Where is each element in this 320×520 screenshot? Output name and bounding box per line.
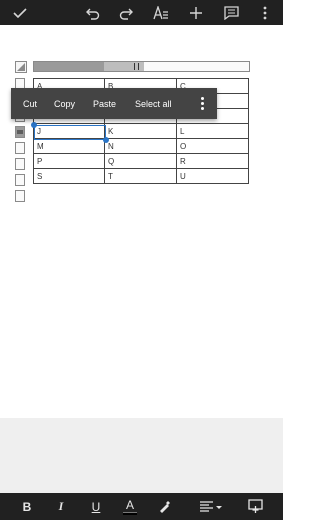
row-header-selected[interactable]: [15, 126, 25, 138]
text-color-button[interactable]: A: [119, 493, 141, 520]
bold-button[interactable]: B: [16, 493, 38, 520]
cell-selection-box: [34, 125, 106, 140]
table-cell[interactable]: S: [33, 168, 105, 184]
comment-icon[interactable]: [220, 0, 242, 25]
table-cell[interactable]: K: [104, 123, 177, 139]
text-format-icon[interactable]: [150, 0, 172, 25]
table-cell[interactable]: L: [176, 123, 249, 139]
top-toolbar: [0, 0, 283, 25]
selection-start-handle[interactable]: [31, 122, 37, 128]
table-row: S T U: [33, 168, 249, 184]
more-vert-icon[interactable]: [197, 96, 207, 110]
row-header[interactable]: [15, 190, 25, 202]
table-cell[interactable]: Q: [104, 153, 177, 169]
align-icon[interactable]: [198, 493, 224, 520]
context-menu: Cut Copy Paste Select all: [11, 88, 217, 119]
paste-menu-item[interactable]: Paste: [93, 88, 116, 119]
selection-end-handle[interactable]: [103, 137, 109, 143]
column-header-selected: [34, 62, 104, 71]
undo-icon[interactable]: [82, 0, 104, 25]
more-vert-icon[interactable]: [254, 0, 276, 25]
select-all-corner[interactable]: [15, 61, 27, 73]
row-header[interactable]: [15, 142, 25, 154]
add-icon[interactable]: [185, 0, 207, 25]
column-resize-handle[interactable]: [134, 63, 139, 70]
text-color-label: A: [125, 497, 134, 512]
text-color-swatch: [123, 511, 137, 515]
row-header[interactable]: [15, 174, 25, 186]
table-cell[interactable]: P: [33, 153, 105, 169]
select-all-menu-item[interactable]: Select all: [135, 88, 172, 119]
cut-menu-item[interactable]: Cut: [23, 88, 37, 119]
row-header[interactable]: [15, 158, 25, 170]
table-cell[interactable]: N: [104, 138, 177, 154]
keyboard-placeholder-area: [0, 418, 283, 493]
copy-menu-item[interactable]: Copy: [54, 88, 75, 119]
table-cell[interactable]: O: [176, 138, 249, 154]
redo-icon[interactable]: [115, 0, 137, 25]
table-row: M N O: [33, 138, 249, 154]
table-cell[interactable]: T: [104, 168, 177, 184]
italic-button[interactable]: I: [50, 493, 72, 520]
check-icon[interactable]: [9, 0, 31, 25]
table-cell[interactable]: U: [176, 168, 249, 184]
add-table-icon[interactable]: [244, 493, 266, 520]
format-toolbar: B I U A: [0, 493, 283, 520]
table-cell[interactable]: R: [176, 153, 249, 169]
underline-button[interactable]: U: [85, 493, 107, 520]
table-cell[interactable]: M: [33, 138, 105, 154]
table-row: P Q R: [33, 153, 249, 169]
column-header-bar[interactable]: [33, 61, 250, 72]
highlighter-icon[interactable]: [153, 493, 175, 520]
